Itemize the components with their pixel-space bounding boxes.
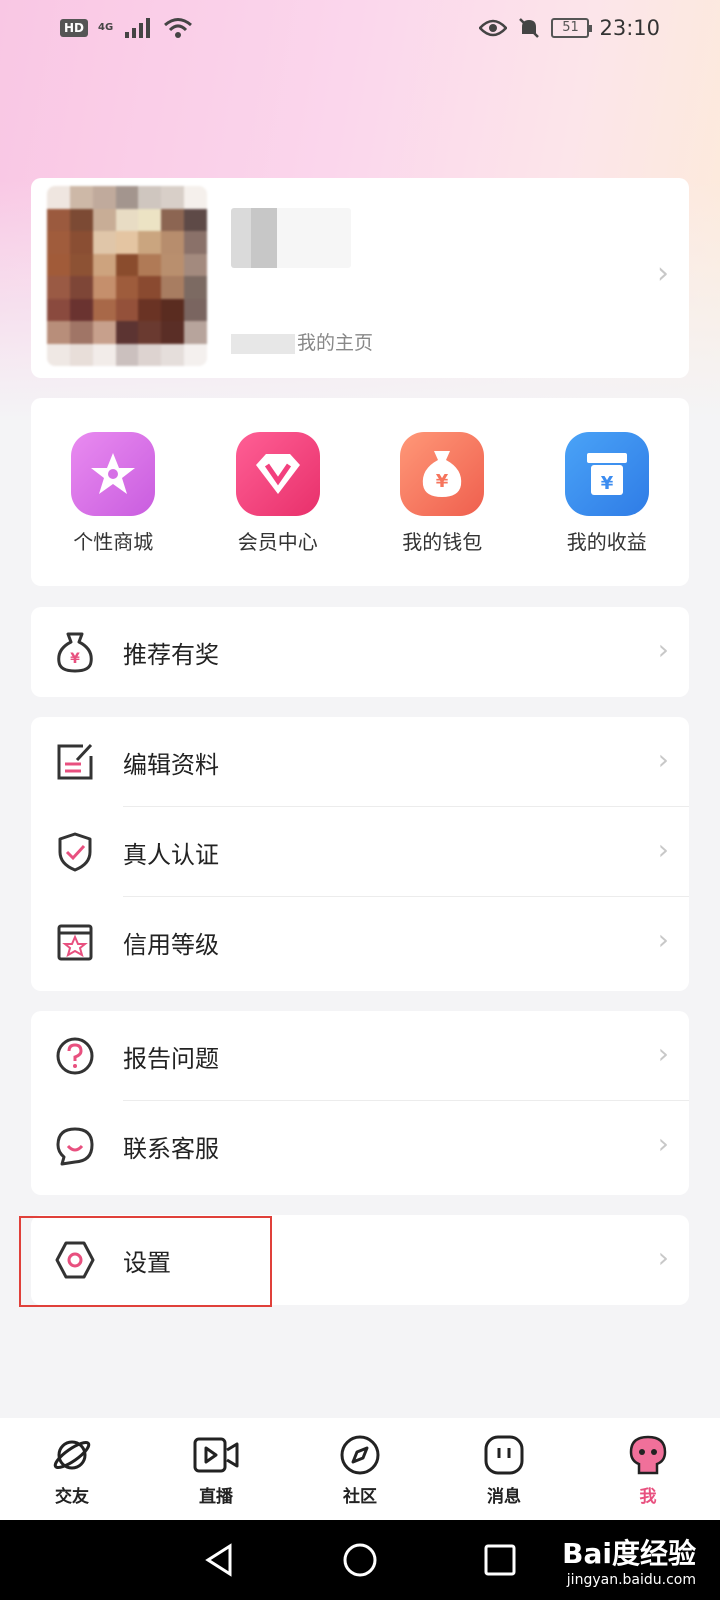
planet-icon: [53, 1440, 91, 1470]
chevron-right-icon: ›: [657, 1241, 669, 1274]
home-circle-icon[interactable]: [342, 1542, 378, 1578]
chevron-right-icon: ›: [657, 256, 669, 291]
watermark-url: jingyan.baidu.com: [566, 1572, 696, 1588]
chat-smile-icon: [56, 1127, 94, 1166]
menu-item-edit-profile[interactable]: 编辑资料 ›: [31, 717, 689, 807]
tab-friends[interactable]: 交友: [12, 1434, 132, 1507]
menu-label: 报告问题: [123, 1044, 219, 1073]
network-type: 4G: [98, 22, 114, 33]
hd-badge: HD: [60, 19, 89, 37]
menu-label: 联系客服: [123, 1134, 219, 1163]
watermark-logo: Bai度经验: [562, 1537, 696, 1570]
chevron-right-icon: ›: [657, 1037, 669, 1070]
quick-actions-card: 个性商城 会员中心 ¥ 我的钱包 ¥ 我的收益: [31, 398, 689, 586]
svg-text:¥: ¥: [600, 473, 613, 494]
signal-icon: [125, 18, 151, 38]
tab-live[interactable]: 直播: [156, 1434, 276, 1507]
support-group: 报告问题 › 联系客服 ›: [31, 1011, 689, 1195]
status-right: 51 23:10: [479, 16, 660, 40]
baidu-jingyan-watermark: Bai度经验 jingyan.baidu.com: [562, 1532, 696, 1588]
nav-label: 社区: [343, 1487, 377, 1507]
homepage-label: 我的主页: [297, 332, 374, 354]
my-homepage-link[interactable]: 我的主页: [231, 328, 373, 355]
profile-mascot-icon: [629, 1435, 667, 1475]
chevron-right-icon: ›: [657, 743, 669, 776]
svg-text:¥: ¥: [70, 651, 80, 667]
profile-card[interactable]: 我的主页 ›: [31, 178, 689, 378]
menu-item-credit-level[interactable]: 信用等级 ›: [31, 897, 689, 987]
personal-mall-button[interactable]: 个性商城: [38, 432, 188, 586]
profile-settings-group: 编辑资料 › 真人认证 › 信用等级 ›: [31, 717, 689, 991]
question-circle-icon: [56, 1037, 94, 1075]
star-icon: [71, 432, 156, 516]
menu-item-report-issue[interactable]: 报告问题 ›: [31, 1011, 689, 1101]
compass-icon: [340, 1435, 380, 1475]
bottom-nav: 交友 直播 社区 消息 我: [0, 1418, 720, 1520]
referral-group: ¥ 推荐有奖 ›: [31, 607, 689, 697]
menu-label: 真人认证: [123, 840, 219, 869]
menu-item-verification[interactable]: 真人认证 ›: [31, 807, 689, 897]
menu-label: 编辑资料: [123, 750, 219, 779]
blurred-text: [231, 333, 295, 354]
settings-highlight-box: [19, 1216, 272, 1307]
chevron-right-icon: ›: [657, 923, 669, 956]
avatar[interactable]: [47, 186, 207, 366]
vip-center-button[interactable]: 会员中心: [203, 432, 353, 586]
money-bag-icon: ¥: [57, 632, 93, 673]
nav-label: 直播: [199, 1487, 233, 1507]
quick-label: 会员中心: [237, 530, 318, 554]
clock: 23:10: [599, 16, 660, 40]
quick-label: 我的收益: [566, 530, 647, 554]
tab-messages[interactable]: 消息: [444, 1434, 564, 1507]
tab-community[interactable]: 社区: [300, 1434, 420, 1507]
nav-label: 交友: [55, 1487, 89, 1507]
video-icon: [193, 1437, 239, 1473]
earnings-button[interactable]: ¥ 我的收益: [532, 432, 682, 586]
message-icon: [484, 1435, 524, 1475]
edit-document-icon: [57, 743, 93, 780]
chevron-right-icon: ›: [657, 633, 669, 666]
username-blurred: [231, 208, 351, 268]
tab-me[interactable]: 我: [588, 1434, 708, 1507]
svg-text:¥: ¥: [436, 471, 449, 492]
status-left: HD 4G: [60, 17, 193, 39]
nav-label: 消息: [487, 1487, 521, 1507]
wallet-button[interactable]: ¥ 我的钱包: [367, 432, 517, 586]
eye-icon: [479, 19, 508, 37]
star-card-icon: [57, 924, 93, 961]
back-triangle-icon[interactable]: [202, 1542, 238, 1578]
diamond-v-icon: [235, 432, 320, 516]
wifi-icon: [164, 18, 193, 38]
battery-indicator: 51: [551, 18, 593, 38]
quick-label: 个性商城: [73, 530, 154, 554]
menu-item-referral[interactable]: ¥ 推荐有奖 ›: [31, 607, 689, 697]
money-bag-icon: ¥: [400, 432, 485, 516]
nav-label: 我: [639, 1487, 657, 1507]
menu-label: 信用等级: [123, 930, 219, 959]
mute-bell-icon: [519, 18, 540, 38]
shield-check-icon: [58, 832, 92, 872]
chevron-right-icon: ›: [657, 1127, 669, 1160]
income-box-icon: ¥: [564, 432, 649, 516]
chevron-right-icon: ›: [657, 833, 669, 866]
menu-item-contact-support[interactable]: 联系客服 ›: [31, 1101, 689, 1191]
menu-label: 推荐有奖: [123, 640, 219, 669]
recents-square-icon[interactable]: [482, 1542, 518, 1578]
quick-label: 我的钱包: [402, 530, 483, 554]
status-bar: HD 4G 51 23:10: [0, 0, 720, 56]
